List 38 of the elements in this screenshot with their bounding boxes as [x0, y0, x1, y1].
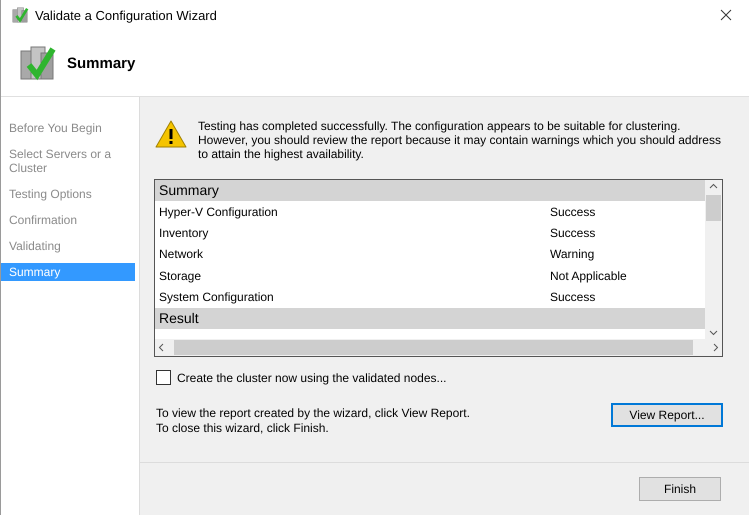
sidebar-item[interactable]: Select Servers or a Cluster: [1, 145, 135, 177]
test-status: Success: [550, 290, 596, 304]
finish-button[interactable]: Finish: [639, 477, 721, 501]
server-check-icon: [11, 6, 29, 24]
warning-icon: [154, 119, 188, 149]
test-name: Storage: [159, 268, 202, 283]
test-status: Success: [550, 226, 596, 240]
page-title: Summary: [67, 54, 136, 72]
test-status: Success: [550, 204, 596, 219]
scroll-up-icon[interactable]: [709, 183, 718, 189]
test-name: Network: [159, 247, 204, 262]
scroll-thumb[interactable]: [706, 195, 721, 221]
test-name: System Configuration: [159, 290, 275, 304]
sidebar-item[interactable]: Testing Options: [1, 185, 135, 203]
horizontal-scrollbar[interactable]: [155, 339, 722, 356]
view-report-button[interactable]: View Report...: [611, 403, 723, 427]
scroll-down-icon[interactable]: [709, 330, 718, 336]
sidebar-item[interactable]: Before You Begin: [1, 119, 135, 137]
status-message: Testing has completed successfully. The configuration appears to be suitable for clustering. However, you should review the report because it may contain warnings which you should address to attain the highest availability.: [198, 119, 722, 161]
checkbox[interactable]: [156, 370, 171, 385]
instruction-text: To close this wizard, click Finish.: [156, 421, 330, 435]
sidebar-item[interactable]: Confirmation: [1, 211, 135, 229]
test-name: Hyper-V Configuration: [159, 204, 279, 219]
scroll-thumb[interactable]: [174, 340, 693, 355]
test-status: Not Applicable: [550, 268, 628, 283]
test-name: Inventory: [159, 226, 210, 240]
instruction-text: To view the report created by the wizard, click View Report.: [156, 406, 470, 420]
test-status: Warning: [550, 247, 596, 262]
close-icon: [720, 9, 732, 21]
checkbox-label: Create the cluster now using the validated nodes...: [177, 370, 446, 384]
scroll-left-icon[interactable]: [158, 343, 164, 352]
window-title: Validate a Configuration Wizard: [35, 8, 218, 22]
scroll-right-icon[interactable]: [713, 343, 719, 352]
section-heading: Summary: [155, 180, 705, 201]
vertical-scrollbar[interactable]: [705, 180, 722, 339]
section-heading: Result: [155, 308, 705, 329]
sidebar-item[interactable]: Validating: [1, 237, 135, 255]
sidebar-item[interactable]: Summary: [1, 263, 135, 281]
